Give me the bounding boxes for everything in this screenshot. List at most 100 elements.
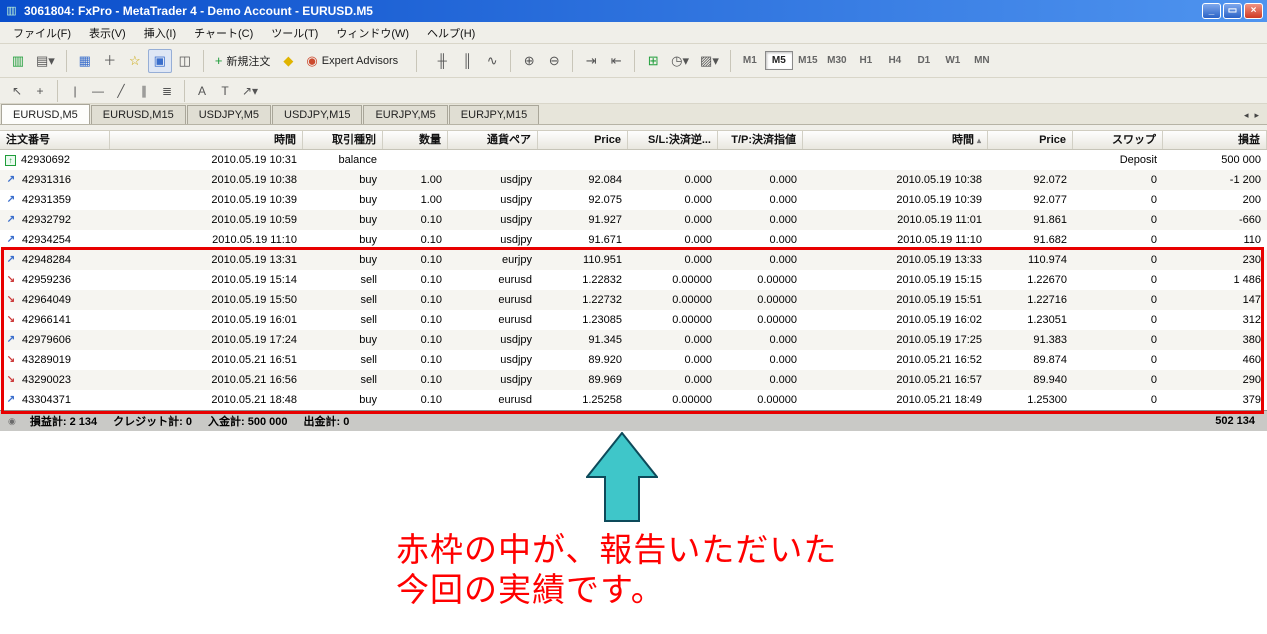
tab-scroll-right-icon[interactable]: ▸ [1254, 110, 1259, 121]
vertical-line-button[interactable]: | [64, 81, 86, 101]
menu-item[interactable]: ウィンドウ(W) [327, 22, 418, 44]
cell: 0.10 [420, 214, 442, 226]
cell: sell [360, 354, 377, 366]
table-row[interactable]: ↑ 42930692 2010.05.19 10:31 balance Deposit 5… [0, 150, 1267, 170]
column-header[interactable]: T/P:決済指値 [718, 131, 803, 149]
arrow-tools-button[interactable]: ↗▾ [237, 81, 263, 101]
text-button[interactable]: A [191, 81, 213, 101]
table-row[interactable]: ↘ 42964049 2010.05.19 15:50 sell 0.10 eurusd 1… [0, 290, 1267, 310]
timeframe-d1-button[interactable]: D1 [910, 51, 938, 70]
timeframe-m15-button[interactable]: M15 [794, 51, 822, 70]
table-row[interactable]: ↗ 42934254 2010.05.19 11:10 buy 0.10 usdjpy 91… [0, 230, 1267, 250]
timeframe-mn-button[interactable]: MN [968, 51, 996, 70]
zoom-out-button[interactable]: ⊖ [542, 49, 566, 73]
timeframe-h4-button[interactable]: H4 [881, 51, 909, 70]
data-window-button[interactable]: ＋ [98, 49, 122, 73]
terminal-button[interactable]: ▣ [147, 48, 172, 73]
horizontal-line-button[interactable]: — [87, 81, 109, 101]
expert-advisors-button-label: Expert Advisors [321, 54, 399, 67]
cell: 110.974 [1028, 254, 1067, 266]
cell: 1.25300 [1027, 394, 1067, 406]
equidistant-channel-button[interactable]: ∥ [133, 81, 155, 101]
line-chart-button[interactable]: ∿ [480, 49, 504, 73]
timeframe-m5-button[interactable]: M5 [764, 51, 793, 70]
profiles-button[interactable]: ▤▾ [31, 49, 60, 73]
new-order-button[interactable]: + 新規注文 [210, 49, 276, 73]
column-header[interactable]: 数量 [383, 131, 448, 149]
text-label-button[interactable]: T [214, 81, 236, 101]
menu-item[interactable]: ツール(T) [262, 22, 327, 44]
timeframe-m1-button[interactable]: M1 [736, 51, 764, 70]
zoom-in-button[interactable]: ⊕ [517, 49, 541, 73]
close-button[interactable]: × [1244, 3, 1263, 19]
crosshair-button[interactable]: + [29, 81, 51, 101]
auto-scroll-button-icon: ⇥ [585, 53, 597, 68]
table-row[interactable]: ↗ 42948284 2010.05.19 13:31 buy 0.10 eurjpy 11… [0, 250, 1267, 270]
cell: 2010.05.21 16:52 [896, 354, 982, 366]
strategy-tester-button[interactable]: ◫ [173, 49, 197, 73]
menu-item[interactable]: 表示(V) [80, 22, 135, 44]
title-bar[interactable]: ▥ 3061804: FxPro - MetaTrader 4 - Demo A… [0, 0, 1267, 22]
metaeditor-button[interactable]: ◆ [276, 49, 300, 73]
table-row[interactable]: ↗ 43304371 2010.05.21 18:48 buy 0.10 eurusd 1.… [0, 390, 1267, 410]
chart-shift-button[interactable]: ⇤ [604, 49, 628, 73]
menu-item[interactable]: ファイル(F) [4, 22, 80, 44]
restore-button[interactable]: ▭ [1223, 3, 1242, 19]
menu-item[interactable]: 挿入(I) [135, 22, 185, 44]
table-row[interactable]: ↗ 42931316 2010.05.19 10:38 buy 1.00 usdjpy 92… [0, 170, 1267, 190]
expert-advisors-button[interactable]: ◉ Expert Advisors [301, 49, 403, 73]
navigator-button[interactable]: ☆ [123, 49, 147, 73]
chart-tab[interactable]: EURJPY,M15 [448, 105, 540, 124]
table-row[interactable]: ↗ 42979606 2010.05.19 17:24 buy 0.10 usdjpy 91… [0, 330, 1267, 350]
trendline-button[interactable]: ╱ [110, 81, 132, 101]
table-row[interactable]: ↗ 42932792 2010.05.19 10:59 buy 0.10 usdjpy 91… [0, 210, 1267, 230]
chart-tab[interactable]: EURJPY,M5 [363, 105, 448, 124]
tab-scroll-left-icon[interactable]: ◂ [1244, 110, 1249, 121]
table-row[interactable]: ↘ 43290023 2010.05.21 16:56 sell 0.10 usdjpy 8… [0, 370, 1267, 390]
column-header[interactable]: 時間 ▴ [803, 131, 988, 149]
templates-button[interactable]: ▨▾ [695, 49, 724, 73]
menu-item[interactable]: チャート(C) [185, 22, 262, 44]
periods-button[interactable]: ◷▾ [666, 49, 694, 73]
timeframe-w1-button[interactable]: W1 [939, 51, 967, 70]
new-chart-button[interactable]: ▥ [6, 49, 30, 73]
cell: 2010.05.19 17:25 [896, 334, 982, 346]
column-header[interactable]: 時間 [110, 131, 303, 149]
table-row[interactable]: ↘ 43289019 2010.05.21 16:51 sell 0.10 usdjpy 8… [0, 350, 1267, 370]
table-row[interactable]: ↘ 42959236 2010.05.19 15:14 sell 0.10 eurusd 1… [0, 270, 1267, 290]
column-header[interactable]: スワップ [1073, 131, 1163, 149]
column-header[interactable]: Price [988, 131, 1073, 149]
cell: 1.22832 [582, 274, 622, 286]
column-header[interactable]: Price [538, 131, 628, 149]
menu-item[interactable]: ヘルプ(H) [418, 22, 484, 44]
timeframe-h1-button[interactable]: H1 [852, 51, 880, 70]
column-header[interactable]: S/L:決済逆... [628, 131, 718, 149]
chart-tab[interactable]: USDJPY,M5 [186, 105, 272, 124]
minimize-button[interactable]: _ [1202, 3, 1221, 19]
column-header[interactable]: 損益 [1163, 131, 1267, 149]
auto-scroll-button[interactable]: ⇥ [579, 49, 603, 73]
cell: 379 [1242, 394, 1261, 406]
horizontal-line-button-icon: — [92, 83, 104, 98]
column-header[interactable]: 通貨ペア [448, 131, 538, 149]
table-row[interactable]: ↘ 42966141 2010.05.19 16:01 sell 0.10 eurusd 1… [0, 310, 1267, 330]
cell: 0.00000 [672, 294, 712, 306]
column-header[interactable]: 取引種別 [303, 131, 383, 149]
cell: 2010.05.19 16:02 [896, 314, 982, 326]
chart-tab[interactable]: USDJPY,M15 [272, 105, 363, 124]
cell: 1.23085 [582, 314, 622, 326]
cursor-button[interactable]: ↖ [6, 81, 28, 101]
table-row[interactable]: ↗ 42931359 2010.05.19 10:39 buy 1.00 usdjpy 92… [0, 190, 1267, 210]
chart-tab[interactable]: EURUSD,M15 [90, 105, 186, 124]
cell: 2010.05.21 16:56 [211, 374, 297, 386]
bar-chart-button[interactable]: ╫ [430, 49, 454, 73]
window-title: 3061804: FxPro - MetaTrader 4 - Demo Acc… [24, 4, 373, 18]
column-header[interactable]: 注文番号 [0, 131, 110, 149]
summary-item: 入金計: 500 000 [208, 413, 288, 429]
fibonacci-button[interactable]: ≣ [156, 81, 178, 101]
market-watch-button[interactable]: ▦ [73, 49, 97, 73]
timeframe-m30-button[interactable]: M30 [823, 51, 851, 70]
indicators-button[interactable]: ⊞ [641, 49, 665, 73]
candlestick-chart-button[interactable]: ║ [455, 49, 479, 73]
chart-tab[interactable]: EURUSD,M5 [1, 104, 90, 124]
